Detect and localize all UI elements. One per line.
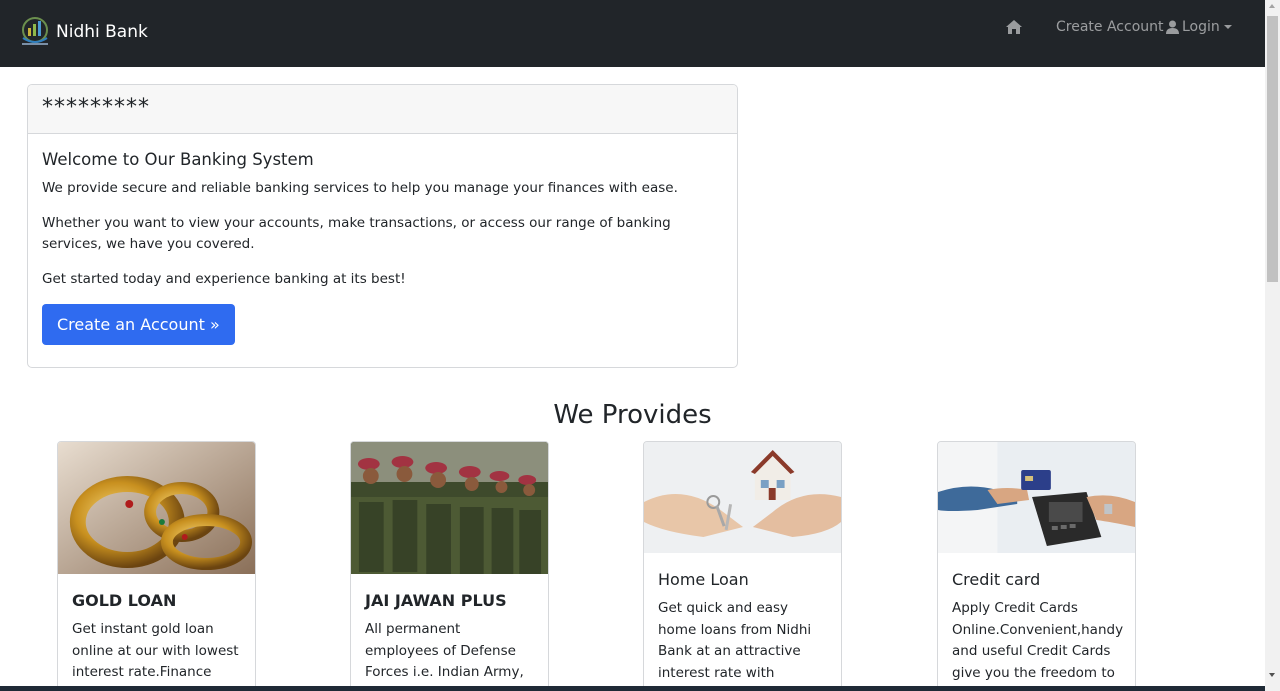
product-card-body: GOLD LOAN Get instant gold loan online a… [58,574,255,691]
soldiers-image [351,442,548,574]
nav-login-dropdown[interactable]: Login [1166,19,1232,35]
section-title: We Provides [553,400,712,430]
product-text: Apply Credit Cards Online.Convenient,han… [952,600,1124,681]
bank-logo-icon [22,17,48,45]
product-title: Credit card [952,570,1041,589]
gold-jewelry-image [58,442,255,574]
product-text: Get quick and easy home loans from Nidhi… [658,600,812,691]
scrollbar-thumb[interactable] [1267,16,1278,282]
welcome-paragraph: We provide secure and reliable banking s… [42,180,678,196]
chevron-down-icon [1223,25,1232,29]
welcome-card-body: Welcome to Our Banking System We provide… [28,134,737,361]
create-account-button[interactable]: Create an Account » [42,304,235,345]
product-text: Get instant gold loan online at our with… [72,621,239,691]
welcome-title: Welcome to Our Banking System [42,150,314,169]
product-card-gold-loan[interactable]: GOLD LOAN Get instant gold loan online a… [57,441,256,691]
welcome-card: ********* Welcome to Our Banking System … [27,84,738,368]
product-card-body: Home Loan Get quick and easy home loans … [644,553,841,691]
brand-name: Nidhi Bank [56,22,148,42]
product-card-home-loan[interactable]: Home Loan Get quick and easy home loans … [643,441,842,691]
user-icon [1166,20,1179,34]
welcome-card-header: ********* [28,85,737,134]
scroll-up-arrow-icon[interactable] [1269,4,1275,8]
card-payment-image [938,442,1135,553]
top-navbar: Nidhi Bank Create Account Login [0,0,1265,67]
vertical-scrollbar[interactable] [1265,0,1280,691]
product-title: GOLD LOAN [72,591,177,610]
product-text: All permanent employees of Defense Force… [365,621,524,691]
taskbar-edge [0,686,1265,691]
welcome-paragraph: Whether you want to view your accounts, … [42,215,671,252]
product-card-credit-card[interactable]: Credit card Apply Credit Cards Online.Co… [937,441,1136,691]
nav-login-label: Login [1182,19,1220,35]
scroll-down-arrow-icon[interactable] [1269,673,1275,677]
product-card-body: JAI JAWAN PLUS All permanent employees o… [351,574,548,691]
product-card-body: Credit card Apply Credit Cards Online.Co… [938,553,1135,691]
home-icon[interactable] [1005,18,1023,36]
welcome-paragraph: Get started today and experience banking… [42,271,406,287]
brand[interactable]: Nidhi Bank [18,16,148,48]
product-title: Home Loan [658,570,749,589]
house-keys-image [644,442,841,553]
product-title: JAI JAWAN PLUS [365,591,507,610]
product-card-jai-jawan-plus[interactable]: JAI JAWAN PLUS All permanent employees o… [350,441,549,691]
nav-create-account-link[interactable]: Create Account [1056,19,1164,35]
